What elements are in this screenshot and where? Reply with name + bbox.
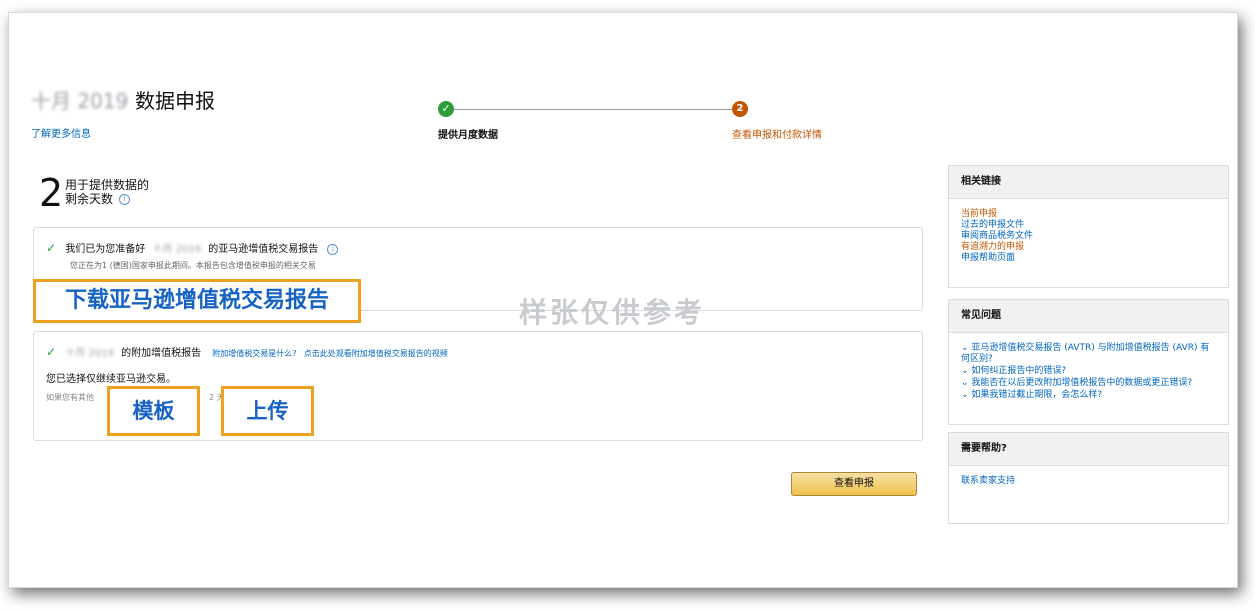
faq-title: 常见问题: [949, 300, 1228, 333]
faq-item[interactable]: ⌄ 如果我错过截止期限，会怎么样?: [961, 390, 1216, 401]
related-link-review[interactable]: 审阅商品税务文件: [961, 231, 1216, 242]
days-remaining-number: 2: [39, 171, 64, 215]
page-title-month: 十月 2019: [31, 89, 129, 113]
vat-report-subtitle: 您正在为1 (德国)国家申报此期间。本报告包含增值税申报的相关交易: [70, 261, 316, 270]
days-remaining-label: 用于提供数据的 剩余天数 i: [65, 178, 149, 206]
related-links-panel: 相关链接 当前申报 过去的申报文件 审阅商品税务文件 有追溯力的申报 申报帮助页…: [948, 165, 1229, 288]
related-link-retro[interactable]: 有追溯力的申报: [961, 242, 1216, 253]
related-link-help[interactable]: 申报帮助页面: [961, 253, 1216, 264]
days-label-line2-wrap: 剩余天数 i: [65, 192, 149, 206]
help-content: 联系卖家支持: [949, 466, 1228, 497]
chevron-down-icon: ⌄: [961, 378, 972, 388]
contact-seller-support-link[interactable]: 联系卖家支持: [961, 476, 1216, 487]
related-links-title: 相关链接: [949, 166, 1228, 199]
faq-item[interactable]: ⌄ 如何纠正报告中的错误?: [961, 366, 1216, 377]
days-label-line1: 用于提供数据的: [65, 178, 150, 192]
info-icon[interactable]: i: [119, 194, 131, 205]
stepper-line: [446, 109, 739, 110]
page-title: 数据申报: [135, 89, 215, 113]
step-1-check-icon: ✓: [438, 101, 454, 117]
step-1-label: 提供月度数据: [438, 130, 498, 141]
vat-report-title-period: 十月 2019: [152, 244, 202, 255]
check-icon: ✓: [46, 345, 57, 359]
check-icon: ✓: [46, 241, 57, 255]
upload-button[interactable]: 上传: [221, 386, 314, 436]
faq-item-text: 亚马逊增值税交易报告 (AVTR) 与附加增值税报告 (AVR) 有何区别?: [961, 343, 1210, 364]
help-title: 需要帮助?: [949, 433, 1228, 466]
days-label-line2: 剩余天数: [65, 192, 114, 206]
additional-report-title-suffix: 的附加增值税报告: [121, 348, 202, 359]
download-report-button[interactable]: 下载亚马逊增值税交易报告: [33, 279, 361, 323]
watermark: 样张仅供参考: [519, 296, 706, 329]
selection-text: 您已选择仅继续亚马逊交易。: [46, 374, 176, 385]
help-panel: 需要帮助? 联系卖家支持: [948, 432, 1229, 524]
additional-report-period: 十月 2019: [65, 348, 114, 359]
learn-more-link[interactable]: 了解更多信息: [31, 125, 91, 140]
faq-item-text: 我能否在以后更改附加增值税报告中的数据或更正错误?: [971, 378, 1193, 388]
page-frame: 十月 2019 数据申报 了解更多信息 ✓ 2 提供月度数据 查看申报和付款详情…: [8, 12, 1238, 588]
vat-report-title-prefix: 我们已为您准备好: [65, 244, 146, 255]
chevron-down-icon: ⌄: [961, 366, 972, 376]
watch-video-link[interactable]: 点击此处观看附加增值税交易报告的视频: [304, 349, 448, 358]
faq-panel: 常见问题 ⌄ 亚马逊增值税交易报告 (AVTR) 与附加增值税报告 (AVR) …: [948, 299, 1229, 425]
related-link-current[interactable]: 当前申报: [961, 209, 1216, 220]
vat-report-title: ✓ 我们已为您准备好 十月 2019 的亚马逊增值税交易报告 i: [46, 240, 339, 255]
chevron-down-icon: ⌄: [961, 390, 972, 400]
faq-list: ⌄ 亚马逊增值税交易报告 (AVTR) 与附加增值税报告 (AVR) 有何区别?…: [949, 333, 1228, 412]
template-button[interactable]: 模板: [107, 386, 200, 436]
related-links-list: 当前申报 过去的申报文件 审阅商品税务文件 有追溯力的申报 申报帮助页面: [949, 199, 1228, 274]
additional-report-title: ✓ 十月 2019 的附加增值税报告 附加增值税交易是什么? 点击此处观看附加增…: [46, 344, 448, 359]
info-icon[interactable]: i: [327, 243, 339, 255]
chevron-down-icon: ⌄: [961, 343, 972, 353]
faq-item-text: 如何纠正报告中的错误?: [971, 366, 1067, 376]
faq-item-text: 如果我错过截止期限，会怎么样?: [971, 390, 1103, 400]
what-is-additional-link[interactable]: 附加增值税交易是什么?: [212, 349, 296, 358]
vat-report-title-suffix: 的亚马逊增值税交易报告: [208, 244, 319, 255]
view-filing-button[interactable]: 查看申报: [791, 472, 917, 496]
faq-item[interactable]: ⌄ 我能否在以后更改附加增值税报告中的数据或更正错误?: [961, 378, 1216, 389]
step-2-number: 2: [732, 101, 748, 117]
related-link-past[interactable]: 过去的申报文件: [961, 220, 1216, 231]
hint-text: 如果您有其他: [46, 393, 94, 402]
step-2-label[interactable]: 查看申报和付款详情: [732, 126, 822, 141]
faq-item[interactable]: ⌄ 亚马逊增值税交易报告 (AVTR) 与附加增值税报告 (AVR) 有何区别?: [961, 343, 1216, 365]
